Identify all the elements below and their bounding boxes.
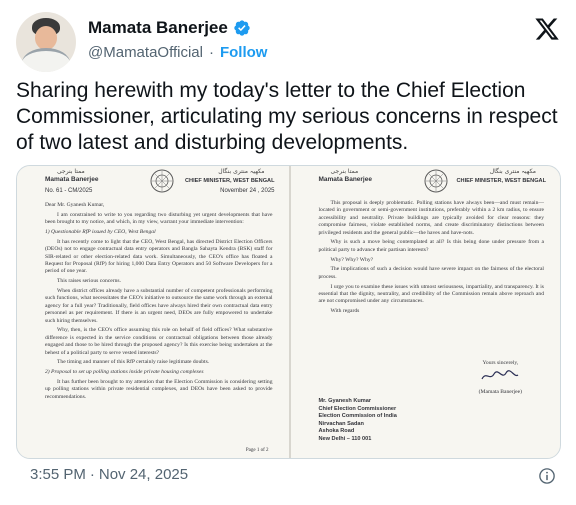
paragraph: I urge you to examine these issues with … (318, 283, 545, 305)
separator: · (208, 44, 214, 61)
letter-page-2: ممتا بنرجی مکھیہ منتری بنگال Mamata Bane… (288, 166, 560, 458)
tweet-date: Nov 24, 2025 (98, 466, 189, 483)
salutation: Dear Mr. Gyanesh Kumar, (45, 202, 105, 208)
author-name-row: Mamata Banerjee (88, 18, 251, 38)
page-number: Page 1 of 2 (245, 447, 269, 453)
handle[interactable]: @MamataOfficial (88, 44, 203, 61)
verified-badge-icon (234, 20, 250, 36)
info-icon[interactable] (538, 467, 556, 485)
addressee-line: Nirvachan Sadan (318, 420, 364, 427)
letterhead-sender: Mamata Banerjee (318, 176, 372, 183)
addressee-line: New Delhi – 110 001 (318, 435, 372, 442)
letter-body-1: Dear Mr. Gyanesh Kumar, I am constrained… (45, 202, 273, 404)
letter-body-2: This proposal is deeply problematic. Pol… (319, 200, 545, 318)
display-name[interactable]: Mamata Banerjee (88, 18, 228, 38)
paragraph: When district offices already have a sub… (45, 288, 273, 324)
signature-block: Yours sincerely, (Mamata Banerjee) (479, 360, 522, 396)
signatory-name: (Mamata Banerjee) (478, 388, 522, 395)
letterhead-office: CHIEF MINISTER, WEST BENGAL (185, 178, 275, 184)
paragraph: It has further been brought to my attent… (45, 379, 273, 400)
state-emblem-icon (150, 169, 174, 193)
addressee-line: Chief Election Commissioner (318, 405, 397, 412)
signature (481, 370, 519, 380)
letter-date: November 24 , 2025 (220, 188, 275, 194)
letterhead-office: CHIEF MINISTER, WEST BENGAL (456, 178, 547, 184)
tweet-timestamp[interactable]: 3:55 PM · Nov 24, 2025 (30, 466, 188, 483)
follow-button[interactable]: Follow (220, 44, 268, 61)
paragraph: Why is such a move being contemplated at… (318, 239, 545, 253)
paragraph: Why, then, is the CEO's office assuming … (45, 327, 273, 356)
heading: 1) Questionable RfP issued by CEO, West … (45, 229, 156, 235)
paragraph: The timing and manner of this RfP certai… (57, 359, 210, 366)
tweet-header: Mamata Banerjee @MamataOfficial · Follow (16, 12, 560, 72)
heading: 2) Proposal to set up polling stations i… (45, 369, 204, 376)
addressee-block: Mr. Gyanesh Kumar Chief Election Commiss… (319, 398, 397, 444)
addressee-line: Mr. Gyanesh Kumar (318, 398, 372, 404)
avatar[interactable] (16, 12, 76, 72)
closing: With regards (330, 308, 360, 315)
letterhead-sender: Mamata Banerjee (45, 176, 99, 183)
letter-reference: No. 61 - CM/2025 (45, 188, 93, 194)
paragraph: Why? Why? Why? (330, 256, 374, 263)
paragraph: This raises serious concerns. (57, 278, 122, 285)
yours-sincerely: Yours sincerely, (482, 360, 519, 366)
tweet-time: 3:55 PM (30, 466, 86, 483)
timestamp-separator: · (89, 466, 95, 483)
tweet-text: Sharing herewith my today's letter to th… (16, 79, 558, 154)
sender-script: ممتا بنرجی (330, 168, 359, 175)
x-logo-icon[interactable] (534, 16, 560, 42)
addressee-line: Ashoka Road (318, 428, 355, 435)
office-script: مکھیہ منتری بنگال (489, 168, 536, 175)
letter-page-1: ممتا بنرجی مکھیہ منتری بنگال Mamata Bane… (17, 166, 289, 458)
paragraph: It has recently come to light that the C… (45, 238, 273, 275)
office-script: مکھیہ منتری بنگال (218, 168, 265, 175)
tweet-media[interactable]: ممتا بنرجی مکھیہ منتری بنگال Mamata Bane… (16, 165, 561, 459)
handle-row: @MamataOfficial · Follow (88, 44, 267, 61)
paragraph: The implications of such a decision woul… (318, 266, 545, 280)
addressee-line: Election Commission of India (318, 413, 397, 420)
paragraph: I am constrained to write to you regardi… (45, 211, 273, 226)
state-emblem-icon (424, 169, 447, 193)
sender-script: ممتا بنرجی (57, 168, 85, 175)
paragraph: This proposal is deeply problematic. Pol… (318, 200, 545, 236)
